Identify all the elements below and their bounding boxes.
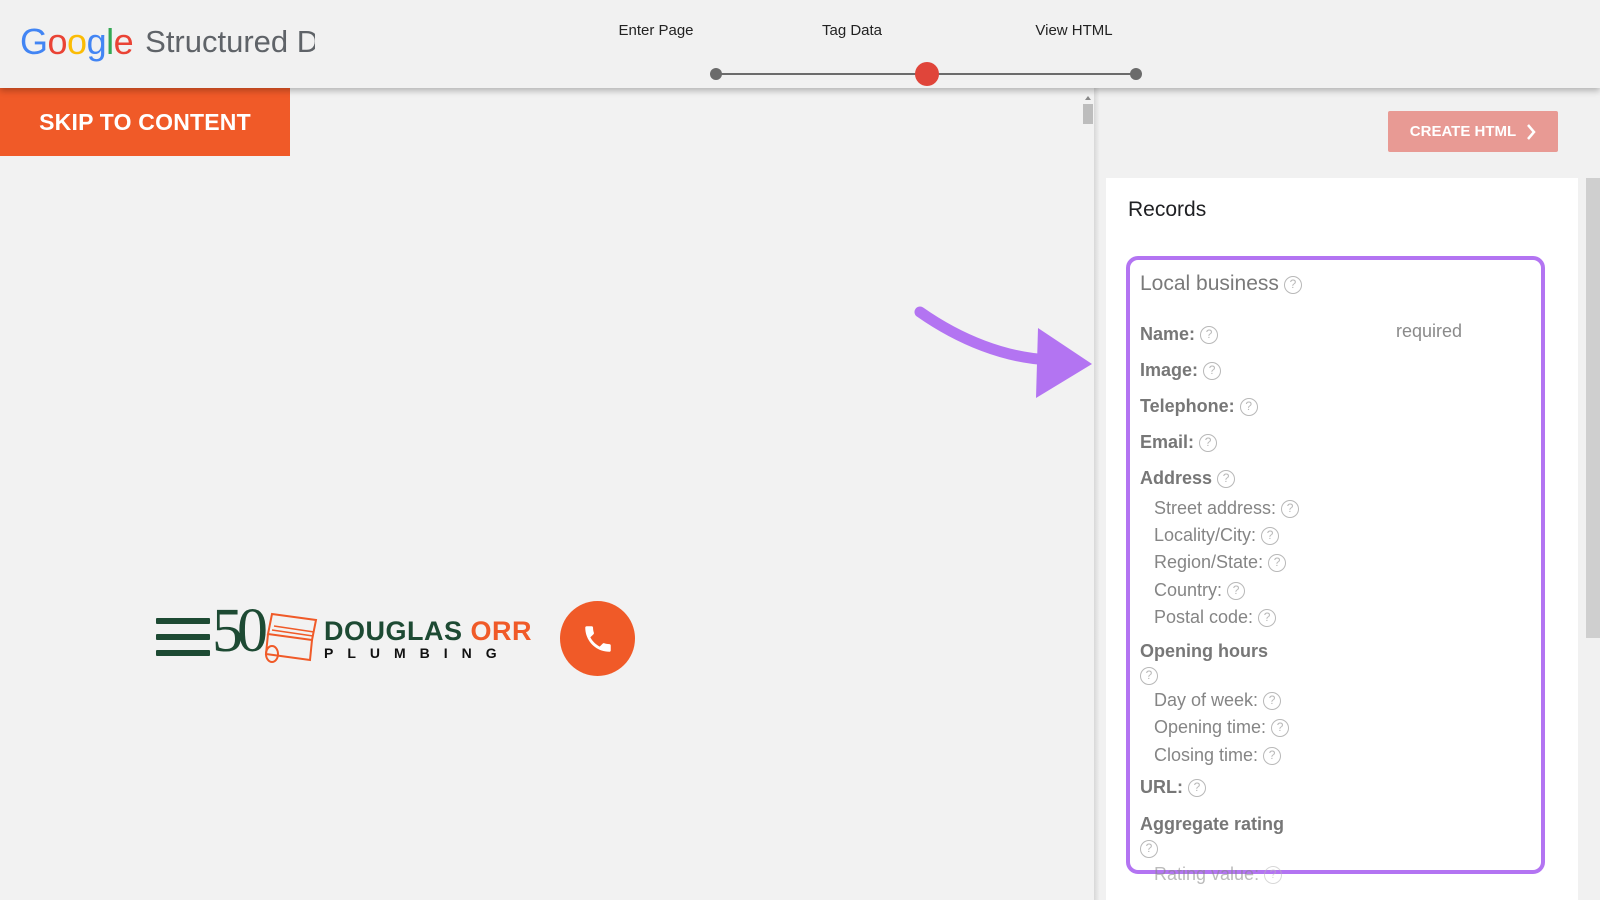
progress-stepper: Enter Page Tag Data View HTML [618,18,1170,86]
opening-hours-help[interactable]: ? [1135,667,1158,686]
help-icon[interactable]: ? [1264,866,1283,884]
field-opening-hours[interactable]: Opening hours [1140,641,1268,662]
records-title: Records [1128,198,1207,221]
brand: Google Structured D [20,22,315,62]
step-tag-data-label: Tag Data [821,22,883,39]
help-icon[interactable]: ? [1200,326,1219,344]
records-scrollbar[interactable] [1586,178,1600,638]
section-title: Local business? [1140,272,1302,296]
field-day-of-week[interactable]: Day of week:? [1154,690,1282,711]
field-locality[interactable]: Locality/City:? [1154,525,1280,546]
field-closing-time[interactable]: Closing time:? [1154,745,1282,766]
scroll-up-icon[interactable] [1085,96,1091,100]
help-icon[interactable]: ? [1283,276,1302,294]
skip-to-content-button[interactable]: SKIP TO CONTENT [0,88,290,156]
help-icon[interactable]: ? [1268,554,1287,572]
help-icon[interactable]: ? [1203,362,1222,380]
logo-anniversary-number: 50 [212,597,268,665]
help-icon[interactable]: ? [1281,500,1300,518]
required-indicator: required [1396,321,1463,341]
step-enter-page-dot[interactable] [710,68,722,80]
create-html-button[interactable]: CREATE HTML [1388,111,1558,152]
field-aggregate-rating[interactable]: Aggregate rating [1140,814,1284,835]
help-icon[interactable]: ? [1199,434,1218,452]
help-icon[interactable]: ? [1263,692,1282,710]
phone-icon [584,625,611,652]
help-icon[interactable]: ? [1140,667,1158,685]
logo-name: DOUGLAS ORR [324,616,533,646]
field-url[interactable]: URL:? [1140,777,1206,798]
product-title: Structured D [145,24,315,59]
help-icon[interactable]: ? [1239,398,1258,416]
step-view-html-dot[interactable] [1130,68,1142,80]
help-icon[interactable]: ? [1258,609,1277,627]
business-logo[interactable]: 50 DOUGLAS ORR PLUMBING [156,598,636,678]
logo-subtitle: PLUMBING [324,645,511,661]
field-rating-value[interactable]: Rating value:? [1154,864,1283,885]
call-button[interactable] [560,601,635,676]
scrollbar-thumb[interactable] [1083,104,1093,124]
app-header: Google Structured D Enter Page Tag Data … [0,0,1600,88]
step-view-html-label: View HTML [1035,22,1113,39]
help-icon[interactable]: ? [1227,582,1246,600]
page-preview[interactable]: SKIP TO CONTENT 50 DOUGLAS ORR PLUMBING [0,88,1094,900]
help-icon[interactable]: ? [1217,470,1236,488]
help-icon[interactable]: ? [1188,779,1206,797]
field-region[interactable]: Region/State:? [1154,552,1287,573]
aggregate-rating-help[interactable]: ? [1135,840,1158,859]
preview-scrollbar[interactable] [1083,96,1093,900]
field-image[interactable]: Image:? [1140,360,1222,381]
help-icon[interactable]: ? [1140,840,1158,858]
google-logo: Google [20,22,134,62]
help-icon[interactable]: ? [1263,747,1282,765]
field-postal-code[interactable]: Postal code:? [1154,607,1277,628]
field-telephone[interactable]: Telephone:? [1140,396,1258,417]
field-email[interactable]: Email:? [1140,432,1218,453]
help-icon[interactable]: ? [1261,527,1280,545]
field-country[interactable]: Country:? [1154,580,1246,601]
step-tag-data-dot[interactable] [915,62,939,86]
scroll-icon [264,612,318,663]
field-address[interactable]: Address? [1140,468,1236,489]
menu-icon[interactable] [156,618,210,658]
field-opening-time[interactable]: Opening time:? [1154,717,1290,738]
field-name[interactable]: Name:? [1140,324,1219,345]
chevron-right-icon [1527,123,1536,140]
step-enter-page-label: Enter Page [618,22,694,39]
help-icon[interactable]: ? [1271,719,1290,737]
pointer-arrow-icon [914,306,1092,398]
field-street-address[interactable]: Street address:? [1154,498,1300,519]
